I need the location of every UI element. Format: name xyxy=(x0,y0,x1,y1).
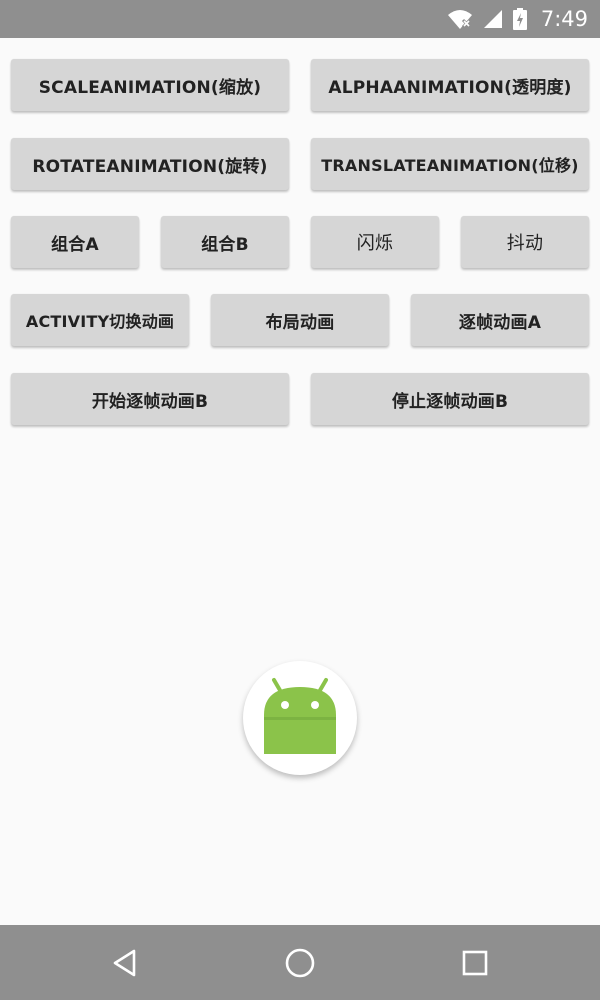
translate-animation-button[interactable]: TRANSLATEANIMATION(位移) xyxy=(311,138,589,190)
activity-switch-animation-button[interactable]: ACTIVITY切换动画 xyxy=(11,294,189,346)
battery-charging-icon xyxy=(512,8,527,30)
home-button[interactable] xyxy=(260,925,340,1000)
stop-frame-animation-b-button[interactable]: 停止逐帧动画B xyxy=(311,373,589,425)
shake-button[interactable]: 抖动 xyxy=(461,216,589,268)
alpha-animation-button[interactable]: ALPHAANIMATION(透明度) xyxy=(311,59,589,111)
start-frame-animation-b-button[interactable]: 开始逐帧动画B xyxy=(11,373,289,425)
home-icon xyxy=(285,948,315,977)
animated-image xyxy=(243,661,357,775)
blink-button[interactable]: 闪烁 xyxy=(311,216,439,268)
layout-animation-button[interactable]: 布局动画 xyxy=(211,294,389,346)
combo-b-button[interactable]: 组合B xyxy=(161,216,289,268)
frame-animation-a-button[interactable]: 逐帧动画A xyxy=(411,294,589,346)
scale-animation-button[interactable]: SCALEANIMATION(缩放) xyxy=(11,59,289,111)
wifi-no-signal-icon xyxy=(447,8,473,30)
back-button[interactable] xyxy=(85,925,165,1000)
status-icons: 7:49 xyxy=(447,0,588,38)
back-icon xyxy=(113,949,136,976)
content-area: SCALEANIMATION(缩放) ALPHAANIMATION(透明度) R… xyxy=(0,38,600,925)
navigation-bar xyxy=(0,925,600,1000)
recents-button[interactable] xyxy=(435,925,515,1000)
status-clock: 7:49 xyxy=(540,7,588,31)
combo-a-button[interactable]: 组合A xyxy=(11,216,139,268)
status-bar: 7:49 xyxy=(0,0,600,38)
cellular-signal-icon xyxy=(483,9,503,29)
rotate-animation-button[interactable]: ROTATEANIMATION(旋转) xyxy=(11,138,289,190)
android-robot-icon xyxy=(264,678,336,754)
recents-icon xyxy=(462,950,488,975)
